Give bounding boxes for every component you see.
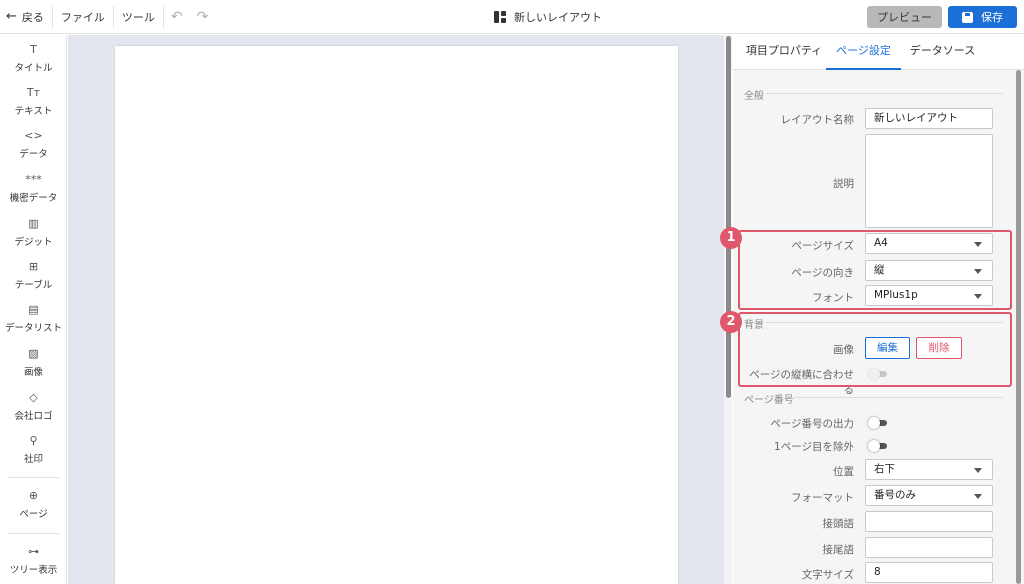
page-sheet[interactable] [115,46,678,584]
highlight-box-2 [738,312,1012,387]
tool-label: テキスト [14,106,53,117]
title-icon: T [30,43,37,56]
tab-item-properties[interactable]: 項目プロパティ [743,35,825,70]
tool-image[interactable]: ▨ 画像 [0,347,67,378]
tool-label: 会社ロゴ [14,411,53,422]
design-canvas[interactable] [68,35,724,584]
caret-down-icon [974,494,982,499]
top-bar: ← 戻る ファイル ツール ↶ ↷ 新しいレイアウト プレビュー 保存 [0,0,1024,34]
tool-data-list[interactable]: ▤ データリスト [0,303,67,334]
caret-down-icon [974,468,982,473]
save-button[interactable]: 保存 [948,6,1017,28]
panel-tabs: 項目プロパティ ページ設定 データソース [733,35,1024,70]
tool-page[interactable]: ⊕ ページ [0,489,67,520]
menu-file[interactable]: ファイル [53,0,113,34]
format-value: 番号のみ [874,489,916,501]
layout-name-input[interactable]: 新しいレイアウト [865,108,993,129]
tree-icon: ⊶ [28,545,39,558]
digit-icon: ▥ [28,217,39,230]
prefix-label: 接頭語 [822,518,855,530]
text-icon: Tт [26,86,41,99]
code-icon: <> [24,129,43,142]
diamond-icon: ◇ [29,391,38,404]
preview-button[interactable]: プレビュー [867,6,942,28]
image-icon: ▨ [28,347,39,360]
tool-secret-data[interactable]: *** 機密データ [0,173,67,204]
font-size-label: 文字サイズ [801,569,854,581]
asterisk-icon: *** [25,173,42,186]
position-label: 位置 [833,466,854,478]
back-button[interactable]: ← 戻る [0,0,52,34]
sidebar-divider [8,477,59,478]
description-label: 説明 [833,178,854,190]
section-general-title: 全般 [744,91,764,102]
tool-label: 画像 [23,367,43,378]
tool-company-seal[interactable]: ⚲ 社印 [0,434,67,465]
exclude-first-page-label: 1ページ目を除外 [774,441,854,453]
arrow-left-icon: ← [6,9,17,24]
page-number-output-label: ページ番号の出力 [770,418,854,430]
tool-table[interactable]: ⊞ テーブル [0,260,67,291]
tool-label: データリスト [4,323,62,334]
tool-label: 社印 [23,454,43,465]
tool-text[interactable]: Tт テキスト [0,86,67,117]
suffix-label: 接尾語 [822,544,855,556]
prefix-input[interactable] [865,511,993,532]
tab-page-settings[interactable]: ページ設定 [826,35,901,70]
tool-label: データ [19,149,48,160]
highlight-box-1 [738,230,1012,310]
section-divider [794,397,1003,398]
tab-data-source[interactable]: データソース [905,35,980,70]
tool-data[interactable]: <> データ [0,129,67,160]
font-size-input[interactable]: 8 [865,562,993,583]
redo-icon[interactable]: ↷ [190,9,216,25]
tool-label: デジット [14,237,53,248]
tool-label: テーブル [14,280,53,291]
table-icon: ⊞ [28,260,39,273]
stamp-icon: ⚲ [29,434,38,447]
menu-tools[interactable]: ツール [114,0,163,34]
format-label: フォーマット [791,492,854,504]
section-page-number-title: ページ番号 [744,395,794,406]
tool-label: ページ [19,509,48,520]
tool-title[interactable]: T タイトル [0,43,67,74]
panel-scrollbar-thumb[interactable] [1016,70,1021,584]
description-textarea[interactable] [865,134,993,228]
layout-title: 新しいレイアウト [494,0,602,34]
tool-sidebar: T タイトル Tт テキスト <> データ *** 機密データ ▥ デジット ⊞… [0,35,67,584]
section-divider [766,93,1003,94]
tool-label: 機密データ [9,193,58,204]
suffix-input[interactable] [865,537,993,558]
back-label: 戻る [21,10,44,24]
layout-icon [494,11,506,23]
layout-name-label: レイアウト名称 [780,114,855,126]
save-icon [962,11,973,23]
tool-tree-view[interactable]: ⊶ ツリー表示 [0,545,67,576]
format-select[interactable]: 番号のみ [865,485,993,506]
annotation-badge-1: 1 [720,227,742,249]
annotation-badge-2: 2 [720,311,742,333]
tool-digit[interactable]: ▥ デジット [0,217,67,248]
sidebar-divider [8,533,59,534]
list-icon: ▤ [28,303,39,316]
tool-label: ツリー表示 [9,565,58,576]
position-value: 右下 [874,463,895,475]
layout-title-text: 新しいレイアウト [514,11,602,24]
canvas-scrollbar-thumb[interactable] [726,36,731,398]
page-number-output-toggle[interactable] [868,417,888,429]
position-select[interactable]: 右下 [865,459,993,480]
undo-icon[interactable]: ↶ [164,9,190,25]
tool-company-logo[interactable]: ◇ 会社ロゴ [0,391,67,422]
save-label: 保存 [981,11,1003,24]
add-page-icon: ⊕ [28,489,39,502]
exclude-first-page-toggle[interactable] [868,440,888,452]
tool-label: タイトル [14,63,53,74]
